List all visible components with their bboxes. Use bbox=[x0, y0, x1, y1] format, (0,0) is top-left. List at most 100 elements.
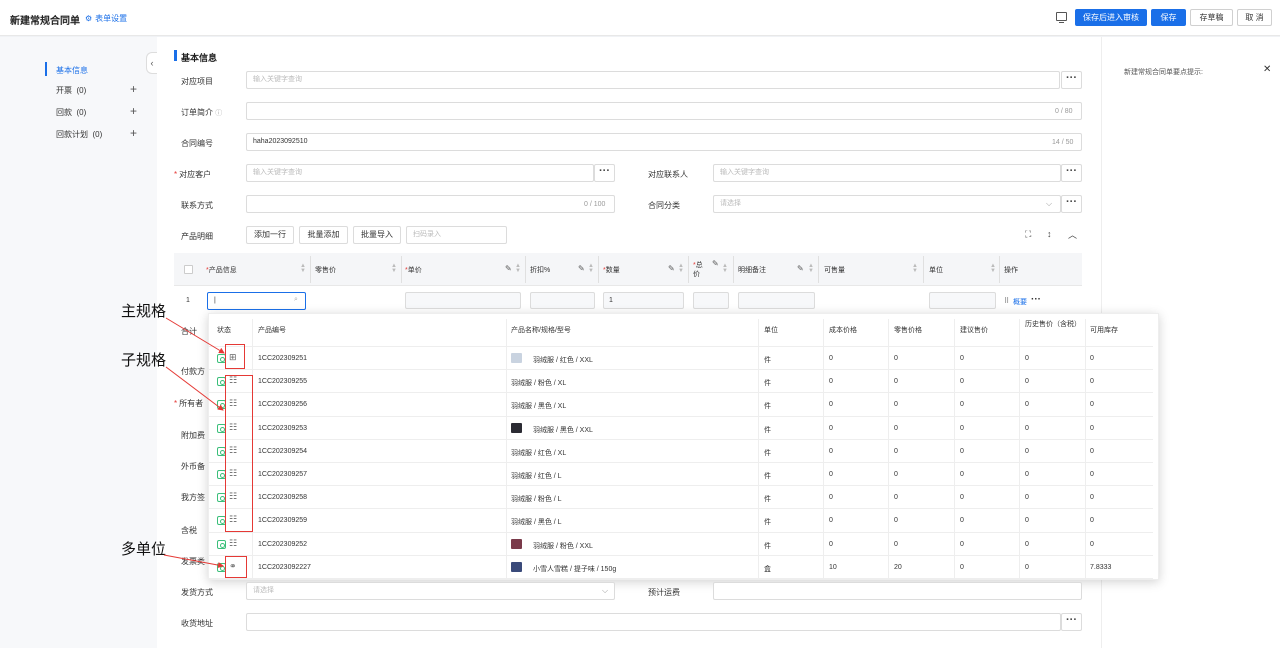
contact-input[interactable]: 输入关键字查询 bbox=[713, 164, 1061, 182]
nav-item-count: (0) bbox=[92, 130, 103, 139]
project-input[interactable]: 输入关键字查询 bbox=[246, 71, 1060, 89]
edit-icon[interactable]: ✎ bbox=[668, 264, 675, 273]
nav-item-invoice[interactable]: 开票 (0) bbox=[56, 85, 86, 96]
products-label: 产品明细 bbox=[181, 232, 213, 241]
sort-icon[interactable]: ▲ ▼ bbox=[678, 263, 684, 274]
popup-col-divider bbox=[823, 319, 824, 579]
sort-icon[interactable]: ▲ ▼ bbox=[990, 263, 996, 274]
history-price: 0 bbox=[1025, 540, 1029, 548]
batch-import-button[interactable]: 批量导入 bbox=[353, 226, 401, 244]
customer-input[interactable]: 输入关键字查询 bbox=[246, 164, 594, 182]
contract-no-input[interactable]: haha2023092510 bbox=[246, 133, 1082, 151]
close-icon[interactable]: ✕ bbox=[1263, 64, 1271, 75]
select-all-checkbox[interactable] bbox=[184, 265, 193, 274]
nav-item-count: (0) bbox=[76, 86, 87, 95]
freight-input[interactable] bbox=[713, 582, 1082, 600]
summary-link[interactable]: 概要 bbox=[1013, 297, 1027, 307]
project-label: 对应项目 bbox=[181, 77, 213, 86]
contact-more-icon[interactable]: ··· bbox=[1061, 164, 1082, 182]
product-unit: 盒 bbox=[764, 565, 771, 573]
cost-price: 0 bbox=[829, 540, 833, 548]
sort-icon[interactable]: ▲ ▼ bbox=[722, 263, 728, 274]
row-more-icon[interactable]: ··· bbox=[1031, 294, 1041, 305]
discount-input[interactable] bbox=[530, 292, 595, 309]
history-price: 0 bbox=[1025, 494, 1029, 502]
form-settings-link[interactable]: ⚙ 表单设置 bbox=[85, 13, 127, 24]
address-more-icon[interactable]: ··· bbox=[1061, 613, 1082, 631]
product-name: 羽绒服 / 红色 / XL bbox=[511, 449, 567, 457]
category-select[interactable]: 请选择 bbox=[713, 195, 1061, 213]
save-and-review-button[interactable]: 保存后进入审核 bbox=[1075, 9, 1147, 26]
address-input[interactable] bbox=[246, 613, 1061, 631]
sort-icon[interactable]: ▲ ▼ bbox=[808, 263, 814, 274]
project-more-icon[interactable]: ··· bbox=[1061, 71, 1082, 89]
edit-icon[interactable]: ✎ bbox=[797, 264, 804, 273]
multi-unit-annotation: 多单位 bbox=[121, 540, 167, 558]
partial-label: 发票类 bbox=[181, 557, 205, 566]
product-name: 羽绒服 / 粉色 / XL bbox=[511, 380, 567, 388]
product-name: 羽绒服 / 黑色 / L bbox=[511, 519, 562, 527]
scan-input[interactable]: 扫码录入 bbox=[406, 226, 507, 244]
partial-label: 我方签 bbox=[181, 493, 205, 502]
category-more-icon[interactable]: ··· bbox=[1061, 195, 1082, 213]
edit-icon[interactable]: ✎ bbox=[712, 259, 719, 268]
col-retail: 零售价 bbox=[315, 267, 336, 274]
product-code: 1CC202309255 bbox=[258, 378, 308, 386]
nav-item-payment-plan[interactable]: 回款计划 (0) bbox=[56, 129, 102, 140]
popup-col-cost: 成本价格 bbox=[829, 327, 857, 334]
monitor-icon[interactable] bbox=[1056, 12, 1067, 23]
product-name: 羽绒服 / 红色 / L bbox=[511, 473, 562, 480]
remark-input[interactable] bbox=[738, 292, 815, 309]
add-payment-plan-plus-icon[interactable]: + bbox=[130, 127, 137, 139]
sort-icon[interactable]: ▲ ▼ bbox=[515, 263, 521, 274]
ship-label: 发货方式 bbox=[181, 588, 213, 597]
customer-more-icon[interactable]: ··· bbox=[594, 164, 615, 182]
sub-spec-annotation: 子规格 bbox=[121, 351, 167, 369]
batch-add-button[interactable]: 批量添加 bbox=[299, 226, 348, 244]
cost-price: 0 bbox=[829, 471, 833, 478]
popup-row-divider bbox=[208, 554, 1153, 556]
available-stock: 7.8333 bbox=[1090, 563, 1112, 571]
sort-icon[interactable]: ▲ ▼ bbox=[391, 263, 397, 274]
popup-col-status: 状态 bbox=[217, 327, 231, 334]
sort-icon[interactable]: ▲ ▼ bbox=[912, 263, 918, 274]
add-payment-plus-icon[interactable]: + bbox=[130, 105, 137, 117]
save-draft-button[interactable]: 存草稿 bbox=[1190, 9, 1233, 26]
required-mark: * bbox=[174, 170, 178, 179]
phone-input[interactable] bbox=[246, 195, 615, 213]
product-search-input[interactable]: | bbox=[207, 292, 306, 310]
popup-row-divider bbox=[208, 578, 1153, 579]
unit-price-input[interactable] bbox=[405, 292, 521, 309]
sort-icon[interactable]: ▲ ▼ bbox=[588, 263, 594, 274]
suggested-price: 0 bbox=[960, 378, 964, 386]
cancel-button[interactable]: 取 消 bbox=[1237, 9, 1272, 26]
edit-icon[interactable]: ✎ bbox=[578, 264, 585, 273]
chevron-down-icon: ⌵ bbox=[602, 586, 609, 595]
popup-col-divider bbox=[888, 319, 889, 579]
contract-no-counter: 14 / 50 bbox=[1052, 139, 1074, 146]
fullscreen-icon[interactable]: ⛶ bbox=[1025, 229, 1031, 240]
expand-vertical-icon[interactable]: ↕ bbox=[1047, 229, 1052, 239]
save-button[interactable]: 保存 bbox=[1151, 9, 1186, 26]
summary-input[interactable] bbox=[246, 102, 1082, 120]
add-row-button[interactable]: 添加一行 bbox=[246, 226, 294, 244]
ship-select[interactable]: 请选择 bbox=[246, 582, 615, 600]
edit-icon[interactable]: ✎ bbox=[505, 264, 512, 273]
add-invoice-plus-icon[interactable]: + bbox=[130, 83, 137, 95]
nav-item-payment[interactable]: 回款 (0) bbox=[56, 107, 86, 118]
sort-icon[interactable]: ▲ ▼ bbox=[300, 263, 306, 274]
product-code: 1CC202309252 bbox=[258, 540, 308, 548]
qty-input[interactable]: 1 bbox=[603, 292, 684, 309]
collapse-up-icon[interactable]: ︿ bbox=[1068, 228, 1077, 241]
nav-item-basic-info[interactable]: 基本信息 bbox=[56, 65, 88, 76]
product-code: 1CC202309257 bbox=[258, 471, 308, 478]
total-input[interactable] bbox=[693, 292, 729, 309]
popup-row-divider bbox=[208, 462, 1153, 463]
partial-label: 含税 bbox=[181, 526, 197, 535]
sub-spec-icon: ☷ bbox=[229, 537, 238, 548]
suggested-price: 0 bbox=[960, 471, 964, 478]
unit-input[interactable] bbox=[929, 292, 996, 309]
drag-handle-icon[interactable]: ⠿ bbox=[1004, 297, 1009, 305]
collapse-nav-chevron-icon[interactable]: ‹ bbox=[146, 52, 157, 74]
page-title: 新建常规合同单 bbox=[10, 16, 80, 27]
